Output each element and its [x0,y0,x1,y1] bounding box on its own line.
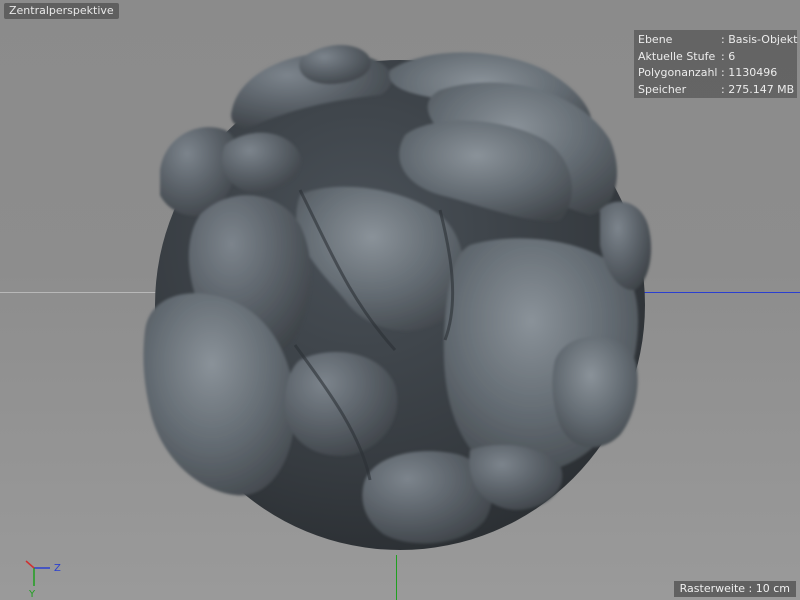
info-value: : 275.147 MB [721,82,795,96]
info-value: : Basis-Objekt [721,33,798,46]
gizmo-x-axis [25,560,35,569]
axis-gizmo: Z Y [25,560,61,600]
info-key: Aktuelle Stufe [638,49,716,63]
info-key: Speicher [638,82,687,96]
info-row: Speicher : 275.147 MB [638,82,797,99]
info-value: : 6 [721,49,736,63]
info-row: Ebene : Basis-Objekt [638,32,797,49]
3d-viewport[interactable]: Zentralperspektive Ebene : Basis-Objekt … [0,0,800,600]
info-row: Aktuelle Stufe : 6 [638,49,797,66]
gizmo-z-label: Z [54,563,61,574]
info-hud: Ebene : Basis-Objekt Aktuelle Stufe : 6 … [634,30,797,98]
info-value: : 1130496 [721,66,778,79]
info-row: Polygonanzahl : 1130496 [638,65,797,82]
blob-right-edge [552,336,638,448]
grid-spacing-label: Rasterweite : 10 cm [673,581,796,597]
info-key: Polygonanzahl [638,66,718,79]
info-key: Ebene [638,33,673,46]
gizmo-y-label: Y [28,589,36,600]
camera-label[interactable]: Zentralperspektive [4,3,119,19]
